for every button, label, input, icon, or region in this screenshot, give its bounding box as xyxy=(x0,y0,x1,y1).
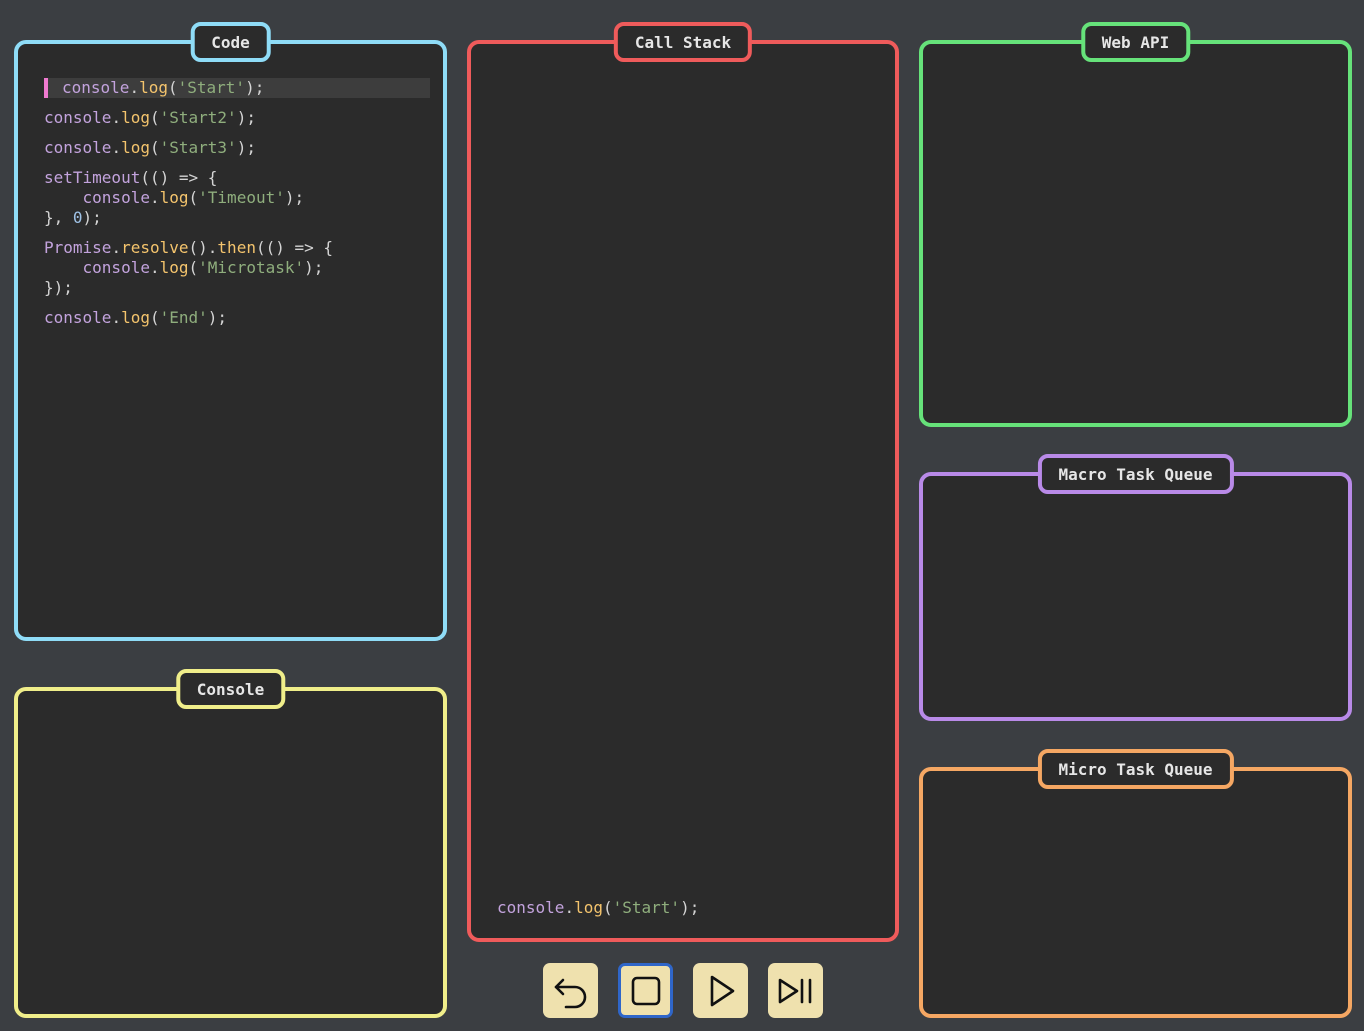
stop-button[interactable] xyxy=(618,963,673,1018)
code-line: console.log('Timeout'); xyxy=(82,188,305,207)
code-line: console.log('Start3'); xyxy=(44,138,256,157)
call-stack-panel-title: Call Stack xyxy=(613,22,753,62)
step-icon xyxy=(778,978,811,1003)
play-button[interactable] xyxy=(693,963,748,1018)
play-icon xyxy=(710,975,734,1006)
call-stack-frame: console.log('Start'); xyxy=(497,898,700,917)
code-line: }, 0); xyxy=(44,208,102,227)
code-line: console.log('Microtask'); xyxy=(82,258,324,277)
code-line: setTimeout(() => { xyxy=(44,168,218,187)
micro-task-queue-panel-title: Micro Task Queue xyxy=(1037,749,1234,789)
code-line: Promise.resolve().then(() => { xyxy=(44,238,334,257)
code-line-current: console.log('Start'); xyxy=(44,78,430,98)
micro-task-queue-panel: Micro Task Queue xyxy=(919,749,1352,1018)
macro-task-queue-panel: Macro Task Queue xyxy=(919,454,1352,721)
console-panel-title: Console xyxy=(175,669,286,709)
code-line: }); xyxy=(44,278,73,297)
current-line-marker xyxy=(44,78,48,98)
code-editor: console.log('Start'); console.log('Start… xyxy=(44,78,430,338)
macro-task-queue-panel-title: Macro Task Queue xyxy=(1037,454,1234,494)
web-api-panel-title: Web API xyxy=(1080,22,1191,62)
code-line: console.log('Start2'); xyxy=(44,108,256,127)
web-api-panel: Web API xyxy=(919,22,1352,427)
code-panel: Code console.log('Start'); console.log('… xyxy=(14,22,447,641)
code-panel-title: Code xyxy=(190,22,271,62)
stop-icon xyxy=(631,976,660,1005)
step-button[interactable] xyxy=(768,963,823,1018)
code-line: console.log('End'); xyxy=(44,308,228,327)
undo-button[interactable] xyxy=(543,963,598,1018)
console-panel: Console xyxy=(14,669,447,1018)
undo-icon xyxy=(554,978,586,1008)
call-stack-panel: Call Stack console.log('Start'); xyxy=(467,22,899,942)
